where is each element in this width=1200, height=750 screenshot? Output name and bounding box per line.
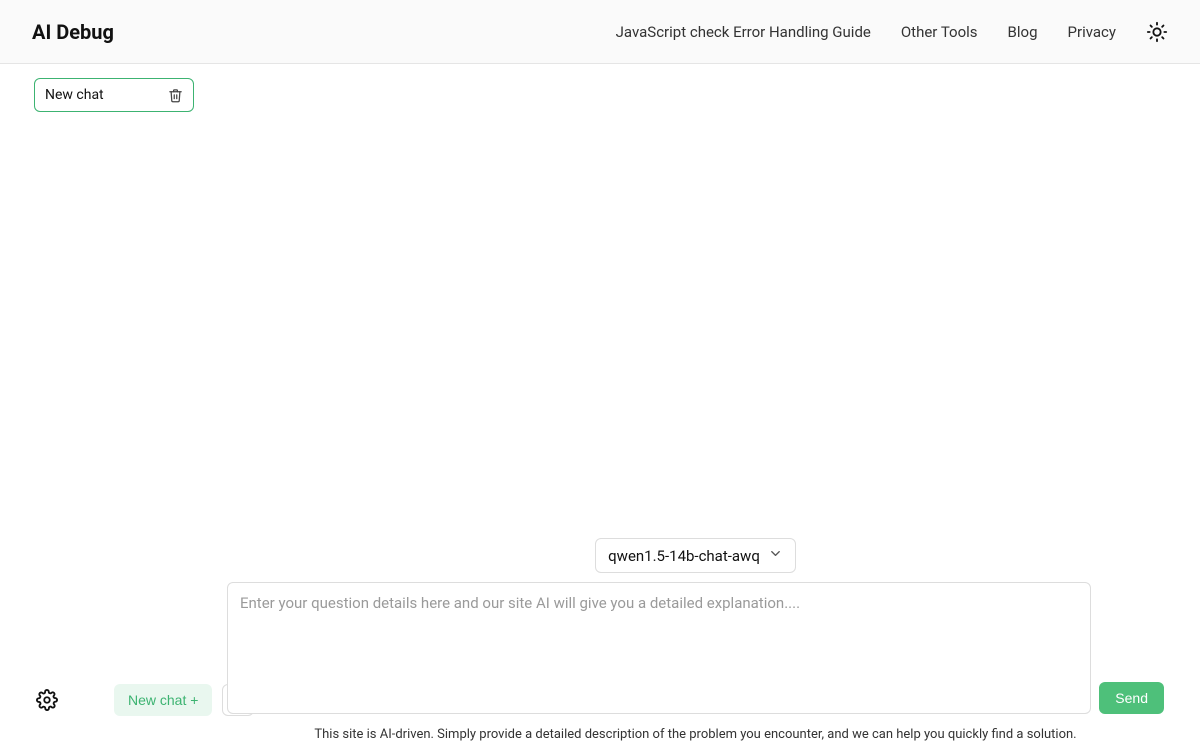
nav-link-blog[interactable]: Blog <box>1008 23 1038 41</box>
chevron-down-icon <box>768 546 783 565</box>
gear-icon[interactable] <box>36 689 58 711</box>
logo[interactable]: AI Debug <box>32 20 114 44</box>
footer-text: This site is AI-driven. Simply provide a… <box>314 727 1076 742</box>
header: AI Debug JavaScript check Error Handling… <box>0 0 1200 64</box>
sidebar: New chat <box>34 78 194 112</box>
nav-link-other-tools[interactable]: Other Tools <box>901 23 978 41</box>
send-button[interactable]: Send <box>1099 682 1164 714</box>
trash-icon[interactable] <box>168 88 183 103</box>
nav-link-js-guide[interactable]: JavaScript check Error Handling Guide <box>616 23 871 41</box>
sun-icon[interactable] <box>1146 21 1168 43</box>
bottom-left-controls: New chat + <box>36 684 254 716</box>
chat-item-label: New chat <box>45 87 104 103</box>
input-row: Send <box>227 582 1164 714</box>
model-selected-label: qwen1.5-14b-chat-awq <box>608 547 760 565</box>
chat-item-active[interactable]: New chat <box>34 78 194 112</box>
model-select[interactable]: qwen1.5-14b-chat-awq <box>595 538 796 573</box>
main-input-area: qwen1.5-14b-chat-awq Send This site is A… <box>227 538 1164 742</box>
new-chat-button[interactable]: New chat + <box>114 684 212 716</box>
question-input[interactable] <box>227 582 1091 714</box>
nav-link-privacy[interactable]: Privacy <box>1068 23 1116 41</box>
nav: JavaScript check Error Handling Guide Ot… <box>616 21 1168 43</box>
